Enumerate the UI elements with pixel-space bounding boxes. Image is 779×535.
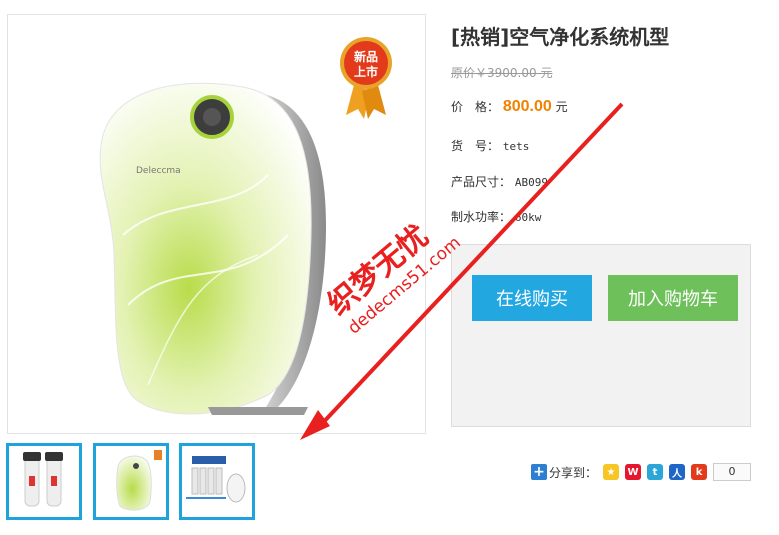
ro-system-image bbox=[186, 456, 246, 503]
share-label: 分享到： bbox=[549, 465, 598, 480]
price-label: 价 格： bbox=[451, 100, 500, 114]
sku-label: 货 号： bbox=[451, 139, 500, 153]
price-value: 800.00 bbox=[502, 98, 552, 115]
svg-text:新品: 新品 bbox=[354, 49, 378, 64]
original-price: 原价￥3900.00 元 bbox=[451, 66, 553, 80]
main-product-image[interactable]: Deleccma 新品 上市 bbox=[7, 14, 426, 434]
price-unit: 元 bbox=[555, 100, 568, 114]
size-value: AB099 bbox=[514, 176, 548, 189]
renren-icon[interactable]: 人 bbox=[669, 464, 686, 480]
power-value: 60kw bbox=[514, 211, 542, 224]
buy-now-button[interactable]: 在线购买 bbox=[472, 275, 592, 321]
product-title: [热销]空气净化系统机型 bbox=[451, 25, 670, 49]
size-row: 产品尺寸： AB099 bbox=[451, 173, 548, 190]
thumbnail-water-filter[interactable] bbox=[6, 443, 82, 520]
share-plus-icon[interactable]: + bbox=[531, 464, 547, 480]
water-filter-image bbox=[23, 452, 63, 507]
tencent-weibo-icon[interactable]: t bbox=[647, 464, 664, 480]
power-label: 制水功率： bbox=[451, 210, 512, 224]
weibo-icon[interactable]: W bbox=[625, 464, 642, 480]
sku-value: tets bbox=[502, 140, 530, 153]
thumbnail-ro-system[interactable] bbox=[179, 443, 255, 520]
new-arrival-badge: 新品 上市 bbox=[340, 37, 392, 119]
air-purifier-thumb-image bbox=[116, 450, 162, 511]
add-to-cart-button[interactable]: 加入购物车 bbox=[608, 275, 738, 321]
power-row: 制水功率： 60kw bbox=[451, 208, 541, 225]
share-count: 0 bbox=[713, 463, 752, 481]
air-purifier-illustration: Deleccma 新品 上市 bbox=[99, 37, 392, 415]
price-row: 价 格： 800.00 元 bbox=[451, 98, 568, 116]
svg-text:Deleccma: Deleccma bbox=[136, 166, 181, 176]
sku-row: 货 号： tets bbox=[451, 137, 529, 154]
thumbnail-air-purifier[interactable] bbox=[93, 443, 169, 520]
purchase-panel: 在线购买 加入购物车 bbox=[451, 244, 751, 427]
svg-text:上市: 上市 bbox=[354, 64, 378, 79]
qzone-icon[interactable]: ★ bbox=[603, 464, 620, 480]
share-bar: + 分享到： ★ W t 人 k 0 bbox=[531, 462, 752, 482]
kaixin-icon[interactable]: k bbox=[691, 464, 708, 480]
size-label: 产品尺寸： bbox=[451, 175, 512, 189]
